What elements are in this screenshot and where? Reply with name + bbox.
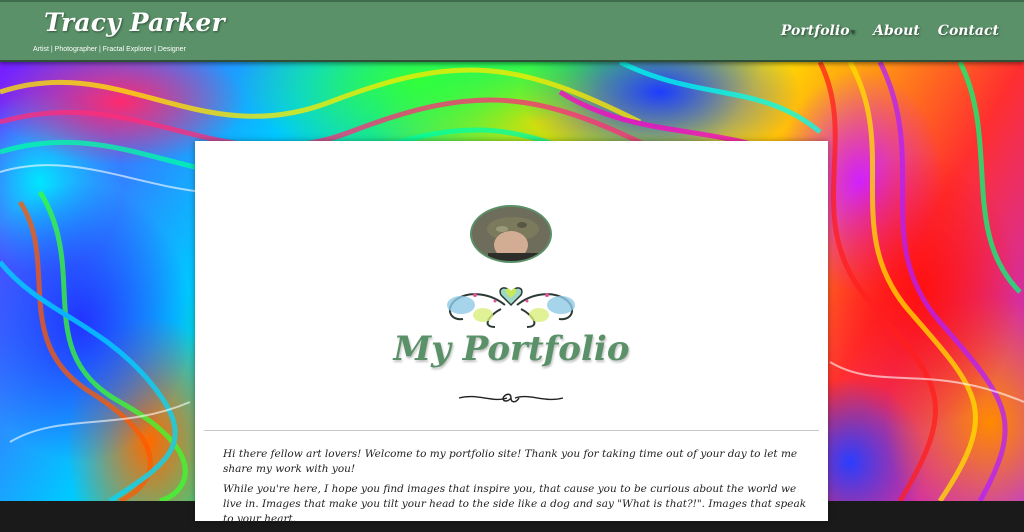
nav-contact[interactable]: Contact [938, 23, 999, 39]
intro-text: Hi there fellow art lovers! Welcome to m… [223, 447, 808, 532]
nav-portfolio-label: Portfolio [780, 23, 850, 39]
main-nav: Portfolio ▼ About Contact [781, 23, 999, 39]
nav-about[interactable]: About [873, 23, 920, 39]
site-tagline: Artist | Photographer | Fractal Explorer… [33, 46, 186, 53]
page-heading: My Portfolio [393, 329, 630, 369]
nav-portfolio[interactable]: Portfolio ▼ [781, 23, 855, 39]
site-header: Tracy Parker Artist | Photographer | Fra… [0, 0, 1024, 62]
intro-paragraph: Hi there fellow art lovers! Welcome to m… [223, 448, 798, 475]
avatar[interactable] [470, 205, 552, 263]
flourish-divider [458, 393, 564, 403]
content-card: My Portfolio Hi there fellow art lovers!… [195, 141, 828, 525]
heart-swirl-ornament [447, 287, 575, 328]
avatar-photo [472, 207, 550, 261]
caret-down-icon: ▼ [850, 29, 856, 36]
content-divider [204, 430, 819, 431]
site-title[interactable]: Tracy Parker [44, 8, 225, 37]
intro-paragraph: While you're here, I hope you find image… [223, 483, 807, 525]
